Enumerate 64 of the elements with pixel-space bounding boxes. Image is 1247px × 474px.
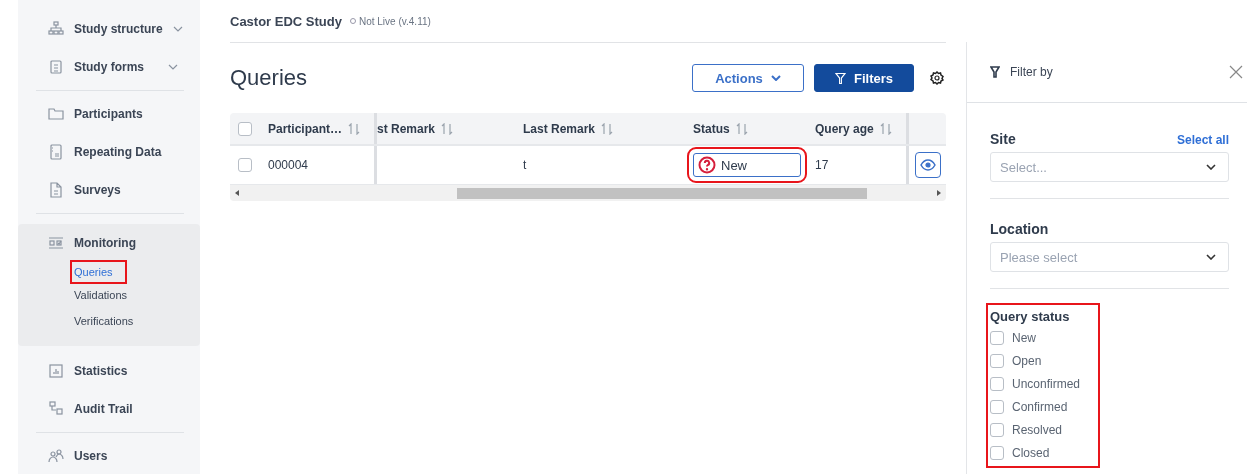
column-header[interactable]: st Remark	[374, 113, 523, 144]
checkbox-option[interactable]: Confirmed	[990, 395, 1081, 418]
checkbox-option[interactable]: Resolved	[990, 418, 1081, 441]
filter-icon	[835, 71, 846, 85]
chevron-down-icon	[770, 75, 781, 81]
actions-button[interactable]: Actions	[692, 64, 804, 92]
eye-icon	[919, 159, 936, 171]
column-header[interactable]: Status	[693, 113, 815, 144]
sort-icon	[348, 122, 360, 135]
view-button[interactable]	[914, 152, 941, 178]
checkbox-option[interactable]: Closed	[990, 441, 1081, 464]
horizontal-scrollbar[interactable]	[230, 185, 946, 201]
nav-item[interactable]: Monitoring	[18, 224, 200, 262]
nav-item[interactable]: Statistics	[18, 352, 184, 390]
field-label: Site	[990, 131, 1016, 147]
nav-subitem[interactable]: Verifications	[74, 308, 134, 334]
chevron-down-icon	[1206, 254, 1216, 260]
sort-icon	[441, 122, 454, 135]
checkbox-option[interactable]: New	[990, 326, 1081, 349]
column-header[interactable]: Query age	[815, 113, 906, 144]
filters-button[interactable]: Filters	[814, 64, 914, 92]
page-title: Queries	[230, 65, 308, 91]
sort-icon	[601, 122, 614, 135]
nav-item[interactable]: Participants	[18, 95, 184, 133]
filter-icon	[990, 66, 1000, 78]
checkbox[interactable]	[238, 158, 252, 172]
nav-item[interactable]: Audit Trail	[18, 390, 184, 428]
audit-icon	[48, 401, 64, 417]
panel-title: Filter by	[1010, 65, 1053, 79]
checkbox-option[interactable]: Open	[990, 349, 1081, 372]
table-cell: 000004	[268, 158, 309, 172]
folder-icon	[48, 106, 64, 122]
bar-chart-icon	[48, 363, 64, 379]
column-header[interactable]: Last Remark	[523, 113, 693, 144]
nav-item[interactable]: Study forms	[18, 48, 200, 86]
checklist-icon	[48, 235, 64, 251]
nav-item[interactable]: Users	[18, 437, 184, 474]
nav-subitem[interactable]: Queries	[72, 262, 125, 282]
field-label: Location	[990, 221, 1049, 237]
nav-subitem[interactable]: Validations	[74, 282, 127, 308]
study-title: Castor EDC Study	[230, 13, 342, 29]
hierarchy-icon	[48, 21, 64, 37]
checkbox[interactable]	[238, 121, 252, 136]
nav-item[interactable]: Study structure	[18, 10, 200, 48]
study-status: Not Live (v.4.11)	[349, 15, 431, 27]
nav-item[interactable]: Repeating Data	[18, 133, 184, 171]
settings-icon	[930, 71, 944, 85]
sort-icon	[735, 122, 748, 135]
close-icon	[1229, 65, 1243, 79]
select-all-link[interactable]: Select all	[1176, 133, 1229, 147]
question-icon	[698, 156, 716, 174]
sort-icon	[879, 122, 892, 135]
nav-item[interactable]: Surveys	[18, 171, 184, 209]
chevron-down-icon	[1206, 164, 1216, 170]
clipboard-icon	[48, 59, 64, 75]
column-header[interactable]: Participant…	[268, 113, 374, 144]
list-document-icon	[48, 144, 64, 160]
users-icon	[48, 448, 64, 464]
document-icon	[48, 182, 64, 198]
table-cell: 17	[815, 158, 829, 172]
group-label: Query status	[990, 308, 1071, 326]
close-button[interactable]	[1229, 65, 1243, 79]
table-cell: t	[523, 158, 527, 172]
checkbox-option[interactable]: Unconfirmed	[990, 372, 1081, 395]
